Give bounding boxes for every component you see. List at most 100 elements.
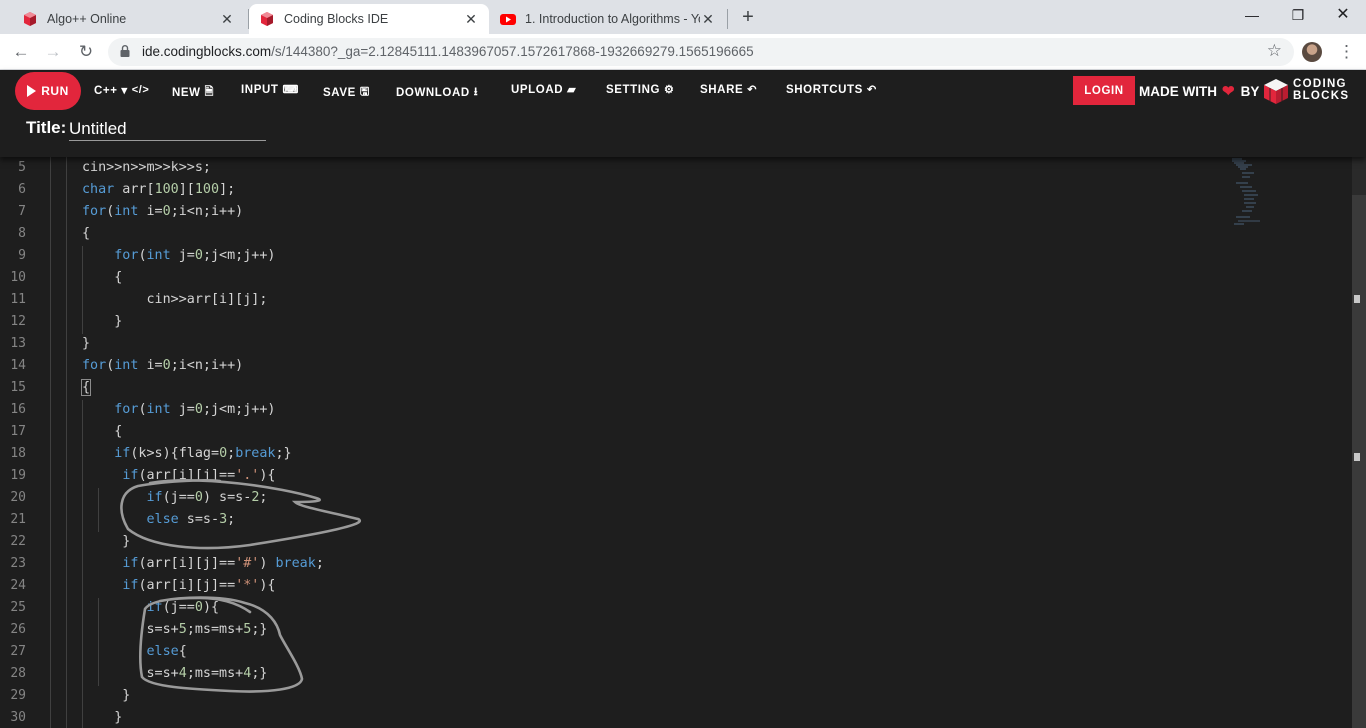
code-line[interactable]: }	[82, 336, 90, 351]
code-line[interactable]: if(j==0){	[82, 600, 220, 615]
browser-toolbar: ← → ↻ ide.codingblocks.com/s/144380?_ga=…	[0, 34, 1366, 70]
share-label: SHARE	[700, 83, 744, 96]
tab-youtube-video[interactable]: 1. Introduction to Algorithms - Yo ✕	[490, 4, 726, 34]
coding-blocks-logo-icon[interactable]	[1262, 77, 1290, 105]
coding-blocks-favicon-icon	[24, 12, 36, 26]
made-with-text: MADE WITH	[1139, 83, 1217, 99]
download-button[interactable]: DOWNLOAD ⭳	[396, 83, 478, 102]
code-line[interactable]: if(arr[i][j]=='*'){	[82, 578, 275, 593]
scroll-position-marker	[1354, 453, 1360, 461]
close-tab-icon[interactable]: ✕	[700, 11, 716, 28]
line-number: 12	[10, 314, 26, 329]
new-label: NEW	[172, 86, 201, 99]
code-line[interactable]: {	[82, 226, 90, 241]
code-minimap[interactable]	[1232, 157, 1272, 227]
line-number: 24	[10, 578, 26, 593]
title-input[interactable]	[69, 117, 266, 141]
line-number: 27	[10, 644, 26, 659]
new-button[interactable]: NEW 🗎	[172, 83, 214, 102]
reload-button[interactable]: ↻	[73, 39, 99, 65]
line-number: 20	[10, 490, 26, 505]
back-button[interactable]: ←	[8, 39, 34, 65]
code-line[interactable]: {	[82, 424, 122, 439]
code-line[interactable]: }	[82, 688, 130, 703]
code-line[interactable]: cin>>arr[i][j];	[82, 292, 267, 307]
editor-scroll-thumb[interactable]	[1352, 195, 1366, 728]
login-button[interactable]: LOGIN	[1073, 76, 1135, 105]
close-window-button[interactable]: ✕	[1320, 2, 1366, 30]
line-number: 26	[10, 622, 26, 637]
address-bar[interactable]: ide.codingblocks.com/s/144380?_ga=2.1284…	[108, 38, 1294, 66]
logo-line-1: CODING	[1293, 78, 1347, 90]
code-line[interactable]: for(int j=0;j<m;j++)	[82, 248, 275, 263]
line-number: 10	[10, 270, 26, 285]
share-icon: ↶	[747, 84, 758, 96]
code-line[interactable]: cin>>n>>m>>k>>s;	[82, 160, 211, 175]
url-text: ide.codingblocks.com/s/144380?_ga=2.1284…	[142, 44, 754, 59]
code-icon: </>	[131, 84, 150, 96]
code-line[interactable]: for(int i=0;i<n;i++)	[82, 204, 243, 219]
code-line[interactable]: s=s+4;ms=ms+4;}	[82, 666, 267, 681]
gear-icon: ⚙	[664, 84, 675, 96]
line-number: 17	[10, 424, 26, 439]
language-select[interactable]: C++ ▾ </>	[94, 83, 149, 97]
close-tab-icon[interactable]: ✕	[463, 11, 479, 28]
play-icon	[27, 85, 37, 97]
code-line[interactable]: }	[82, 710, 122, 725]
code-line[interactable]: s=s+5;ms=ms+5;}	[82, 622, 267, 637]
tab-algo-online[interactable]: Algo++ Online ✕	[12, 4, 245, 34]
hand-drawn-annotations	[120, 479, 362, 693]
code-line[interactable]: {	[80, 379, 92, 396]
setting-label: SETTING	[606, 83, 661, 96]
line-number: 15	[10, 380, 26, 395]
language-label: C++ ▾	[94, 85, 128, 97]
shortcuts-button[interactable]: SHORTCUTS ↶	[786, 83, 877, 97]
profile-avatar[interactable]	[1302, 42, 1322, 62]
minimize-button[interactable]: —	[1229, 2, 1275, 30]
line-number: 22	[10, 534, 26, 549]
code-line[interactable]: if(k>s){flag=0;break;}	[82, 446, 291, 461]
code-line[interactable]: else{	[82, 644, 187, 659]
run-label: RUN	[41, 84, 69, 98]
close-tab-icon[interactable]: ✕	[219, 11, 235, 28]
line-number: 11	[10, 292, 26, 307]
input-button[interactable]: INPUT ⌨	[241, 83, 299, 97]
run-button[interactable]: RUN	[15, 72, 81, 110]
line-number: 25	[10, 600, 26, 615]
line-number: 30	[10, 710, 26, 725]
code-line[interactable]: }	[82, 314, 122, 329]
code-line[interactable]: }	[82, 534, 130, 549]
new-tab-button[interactable]: +	[736, 4, 760, 32]
heart-icon: ❤	[1222, 83, 1235, 100]
code-line[interactable]: for(int j=0;j<m;j++)	[82, 402, 275, 417]
code-line[interactable]: for(int i=0;i<n;i++)	[82, 358, 243, 373]
code-line[interactable]: else s=s-3;	[82, 512, 236, 527]
save-button[interactable]: SAVE 🖫	[323, 83, 370, 102]
upload-button[interactable]: UPLOAD ▰	[511, 83, 577, 97]
line-number: 29	[10, 688, 26, 703]
code-line[interactable]: char arr[100][100];	[82, 182, 235, 197]
indent-guide	[50, 157, 51, 728]
share-button[interactable]: SHARE ↶	[700, 83, 758, 97]
tab-coding-blocks-ide[interactable]: Coding Blocks IDE ✕	[249, 4, 489, 34]
setting-button[interactable]: SETTING ⚙	[606, 83, 675, 97]
bookmark-star-icon[interactable]: ☆	[1267, 41, 1282, 61]
line-number: 6	[18, 182, 26, 197]
maximize-button[interactable]: ❐	[1275, 2, 1321, 30]
line-number: 8	[18, 226, 26, 241]
line-number: 9	[18, 248, 26, 263]
input-label: INPUT	[241, 83, 279, 96]
floppy-icon: 🖫	[359, 86, 370, 98]
code-line[interactable]: if(j==0) s=s-2;	[82, 490, 268, 505]
browser-tab-strip: Algo++ Online ✕ Coding Blocks IDE ✕ 1. I…	[0, 0, 1366, 34]
code-line[interactable]: {	[82, 270, 122, 285]
browser-menu-icon[interactable]: ⋮	[1338, 39, 1355, 65]
by-text: BY	[1240, 83, 1260, 99]
code-line[interactable]: if(arr[i][j]=='#') break;	[82, 556, 324, 571]
code-editor[interactable]: 5 6 7 8 9 10 11 12 13 14 15 16 17 18 19 20 21 22 23 24 25 26 2…	[0, 157, 1366, 728]
code-line[interactable]: if(arr[i][j]=='.'){	[82, 468, 275, 483]
download-label: DOWNLOAD	[396, 86, 470, 99]
folder-icon: ▰	[567, 84, 577, 96]
forward-button[interactable]: →	[40, 39, 66, 65]
scroll-position-marker	[1354, 295, 1360, 303]
